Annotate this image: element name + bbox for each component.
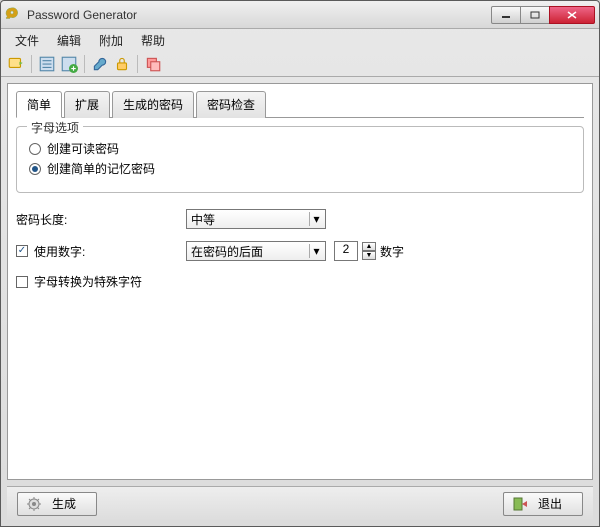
lock-icon[interactable]	[113, 55, 131, 73]
minimize-button[interactable]	[491, 6, 521, 24]
key-small-icon[interactable]	[91, 55, 109, 73]
exit-icon	[512, 496, 528, 512]
app-window: Password Generator 文件 编辑 附加 帮助 简单 扩展 生成的…	[0, 0, 600, 527]
length-dropdown[interactable]: 中等 ▾	[186, 209, 326, 229]
separator	[31, 55, 32, 73]
separator	[84, 55, 85, 73]
list-icon[interactable]	[38, 55, 56, 73]
length-row: 密码长度: 中等 ▾	[16, 209, 584, 229]
radio-readable-label: 创建可读密码	[47, 140, 119, 157]
copy-icon[interactable]	[144, 55, 162, 73]
maximize-button[interactable]	[520, 6, 550, 24]
generate-button[interactable]: 生成	[17, 492, 97, 516]
key-icon[interactable]	[7, 55, 25, 73]
spinner-up[interactable]: ▲	[362, 242, 376, 251]
menu-help[interactable]: 帮助	[133, 30, 173, 51]
toolbar	[1, 51, 599, 77]
special-row: 字母转换为特殊字符	[16, 273, 584, 290]
radio-memorable[interactable]	[29, 163, 41, 175]
radio-memorable-label: 创建简单的记忆密码	[47, 160, 155, 177]
special-label: 字母转换为特殊字符	[34, 273, 142, 290]
digits-label: 使用数字:	[34, 243, 85, 260]
tab-check[interactable]: 密码检查	[196, 91, 266, 118]
gear-icon	[26, 496, 42, 512]
exit-label: 退出	[538, 495, 562, 512]
footer: 生成 退出	[7, 486, 593, 520]
titlebar[interactable]: Password Generator	[1, 1, 599, 29]
tab-generated[interactable]: 生成的密码	[112, 91, 194, 118]
window-title: Password Generator	[27, 8, 492, 22]
exit-button[interactable]: 退出	[503, 492, 583, 516]
digits-dropdown[interactable]: 在密码的后面 ▾	[186, 241, 326, 261]
spinner-down[interactable]: ▼	[362, 251, 376, 260]
app-icon	[5, 7, 21, 23]
tab-simple[interactable]: 简单	[16, 91, 62, 118]
radio-readable-row[interactable]: 创建可读密码	[29, 140, 571, 157]
digits-unit: 数字	[380, 243, 404, 260]
separator	[137, 55, 138, 73]
tab-extended[interactable]: 扩展	[64, 91, 110, 118]
digits-label-wrap: 使用数字:	[16, 243, 186, 260]
chevron-down-icon: ▾	[309, 212, 323, 226]
digits-count[interactable]: 2	[334, 241, 358, 261]
window-buttons	[492, 6, 595, 24]
menu-edit[interactable]: 编辑	[49, 30, 89, 51]
digits-checkbox[interactable]	[16, 245, 28, 257]
digits-value: 在密码的后面	[191, 243, 263, 260]
special-label-wrap: 字母转换为特殊字符	[16, 273, 186, 290]
special-checkbox[interactable]	[16, 276, 28, 288]
letter-options-fieldset: 字母选项 创建可读密码 创建简单的记忆密码	[16, 126, 584, 193]
chevron-down-icon: ▾	[309, 244, 323, 258]
length-label: 密码长度:	[16, 211, 186, 228]
radio-readable[interactable]	[29, 143, 41, 155]
close-button[interactable]	[549, 6, 595, 24]
content-area: 简单 扩展 生成的密码 密码检查 字母选项 创建可读密码 创建简单的记忆密码 密…	[7, 83, 593, 480]
menubar: 文件 编辑 附加 帮助	[1, 29, 599, 51]
spinner-buttons: ▲ ▼	[362, 242, 376, 260]
menu-addon[interactable]: 附加	[91, 30, 131, 51]
length-value: 中等	[191, 211, 215, 228]
digits-row: 使用数字: 在密码的后面 ▾ 2 ▲ ▼ 数字	[16, 241, 584, 261]
add-icon[interactable]	[60, 55, 78, 73]
digits-spinner: 2 ▲ ▼ 数字	[334, 241, 404, 261]
generate-label: 生成	[52, 495, 76, 512]
menu-file[interactable]: 文件	[7, 30, 47, 51]
tabs: 简单 扩展 生成的密码 密码检查	[16, 90, 584, 118]
radio-memorable-row[interactable]: 创建简单的记忆密码	[29, 160, 571, 177]
fieldset-legend: 字母选项	[27, 119, 83, 136]
